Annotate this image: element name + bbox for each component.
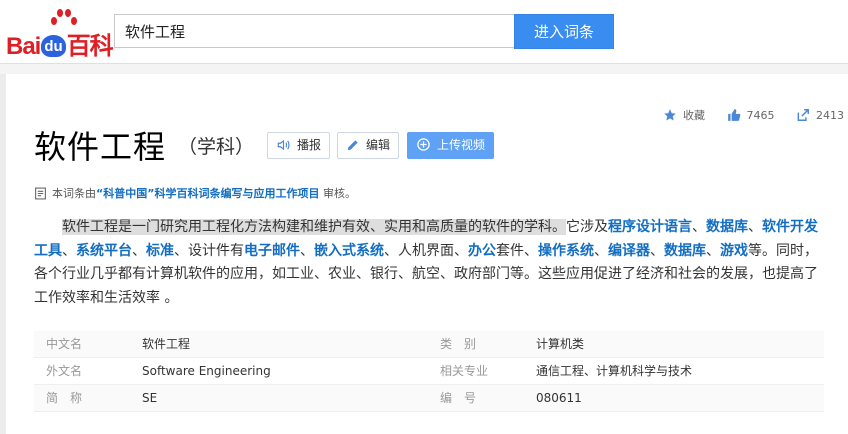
link-email[interactable]: 电子邮件 xyxy=(244,243,300,259)
review-note: 本词条由“科普中国”科学百科词条编写与应用工作项目 审核。 xyxy=(34,185,356,201)
search-input[interactable]: 软件工程 xyxy=(114,14,515,48)
info-row: 外文名 Software Engineering 相关专业 通信工程、计算机科学… xyxy=(34,358,824,385)
entry-title-row: 软件工程 （学科） xyxy=(34,122,254,166)
upload-video-button[interactable]: 上传视频 xyxy=(407,132,495,159)
basic-info-table: 中文名 软件工程 类 别 计算机类 外文名 Software Engineeri… xyxy=(34,331,824,412)
link-office[interactable]: 办公 xyxy=(468,243,496,259)
header-divider xyxy=(0,63,848,64)
link-system-platform[interactable]: 系统平台 xyxy=(76,243,132,259)
link-database-2[interactable]: 数据库 xyxy=(664,243,706,259)
logo-text: Bai du 百科 xyxy=(6,33,114,60)
speaker-icon xyxy=(277,139,290,151)
link-standard[interactable]: 标准 xyxy=(146,243,174,259)
favorite-button[interactable]: 收藏 xyxy=(663,107,705,123)
link-database[interactable]: 数据库 xyxy=(706,219,748,235)
info-row: 中文名 软件工程 类 别 计算机类 xyxy=(34,331,824,358)
link-game[interactable]: 游戏 xyxy=(720,243,748,259)
entry-summary: 软件工程是一门研究用工程化方法构建和维护有效、实用和高质量的软件的学科。它涉及程… xyxy=(34,219,818,306)
entry-stats: 收藏 7465 2413 xyxy=(645,107,844,123)
share-icon xyxy=(797,109,809,121)
link-programming-language[interactable]: 程序设计语言 xyxy=(608,219,692,235)
document-icon xyxy=(35,187,46,200)
star-icon xyxy=(664,109,676,121)
link-compiler[interactable]: 编译器 xyxy=(608,243,650,259)
top-header: Bai du 百科 软件工程 进入词条 xyxy=(0,0,848,64)
edit-button[interactable]: 编辑 xyxy=(337,132,400,159)
thumbs-up-icon xyxy=(727,109,740,121)
search-button[interactable]: 进入词条 xyxy=(514,14,614,49)
pencil-icon xyxy=(347,140,358,151)
like-button[interactable]: 7465 xyxy=(727,108,775,122)
share-button[interactable]: 2413 xyxy=(796,108,844,122)
review-source-link[interactable]: “科普中国”科学百科词条编写与应用工作项目 xyxy=(96,187,319,200)
link-embedded-system[interactable]: 嵌入式系统 xyxy=(314,243,384,259)
play-audio-button[interactable]: 播报 xyxy=(267,132,331,159)
baidu-baike-logo[interactable]: Bai du 百科 xyxy=(6,8,114,60)
entry-title: 软件工程 xyxy=(34,128,167,166)
info-row: 简 称 SE 编 号 080611 xyxy=(34,385,824,412)
entry-subtitle: （学科） xyxy=(178,135,255,158)
plus-circle-icon xyxy=(417,138,430,151)
link-operating-system[interactable]: 操作系统 xyxy=(538,243,594,259)
